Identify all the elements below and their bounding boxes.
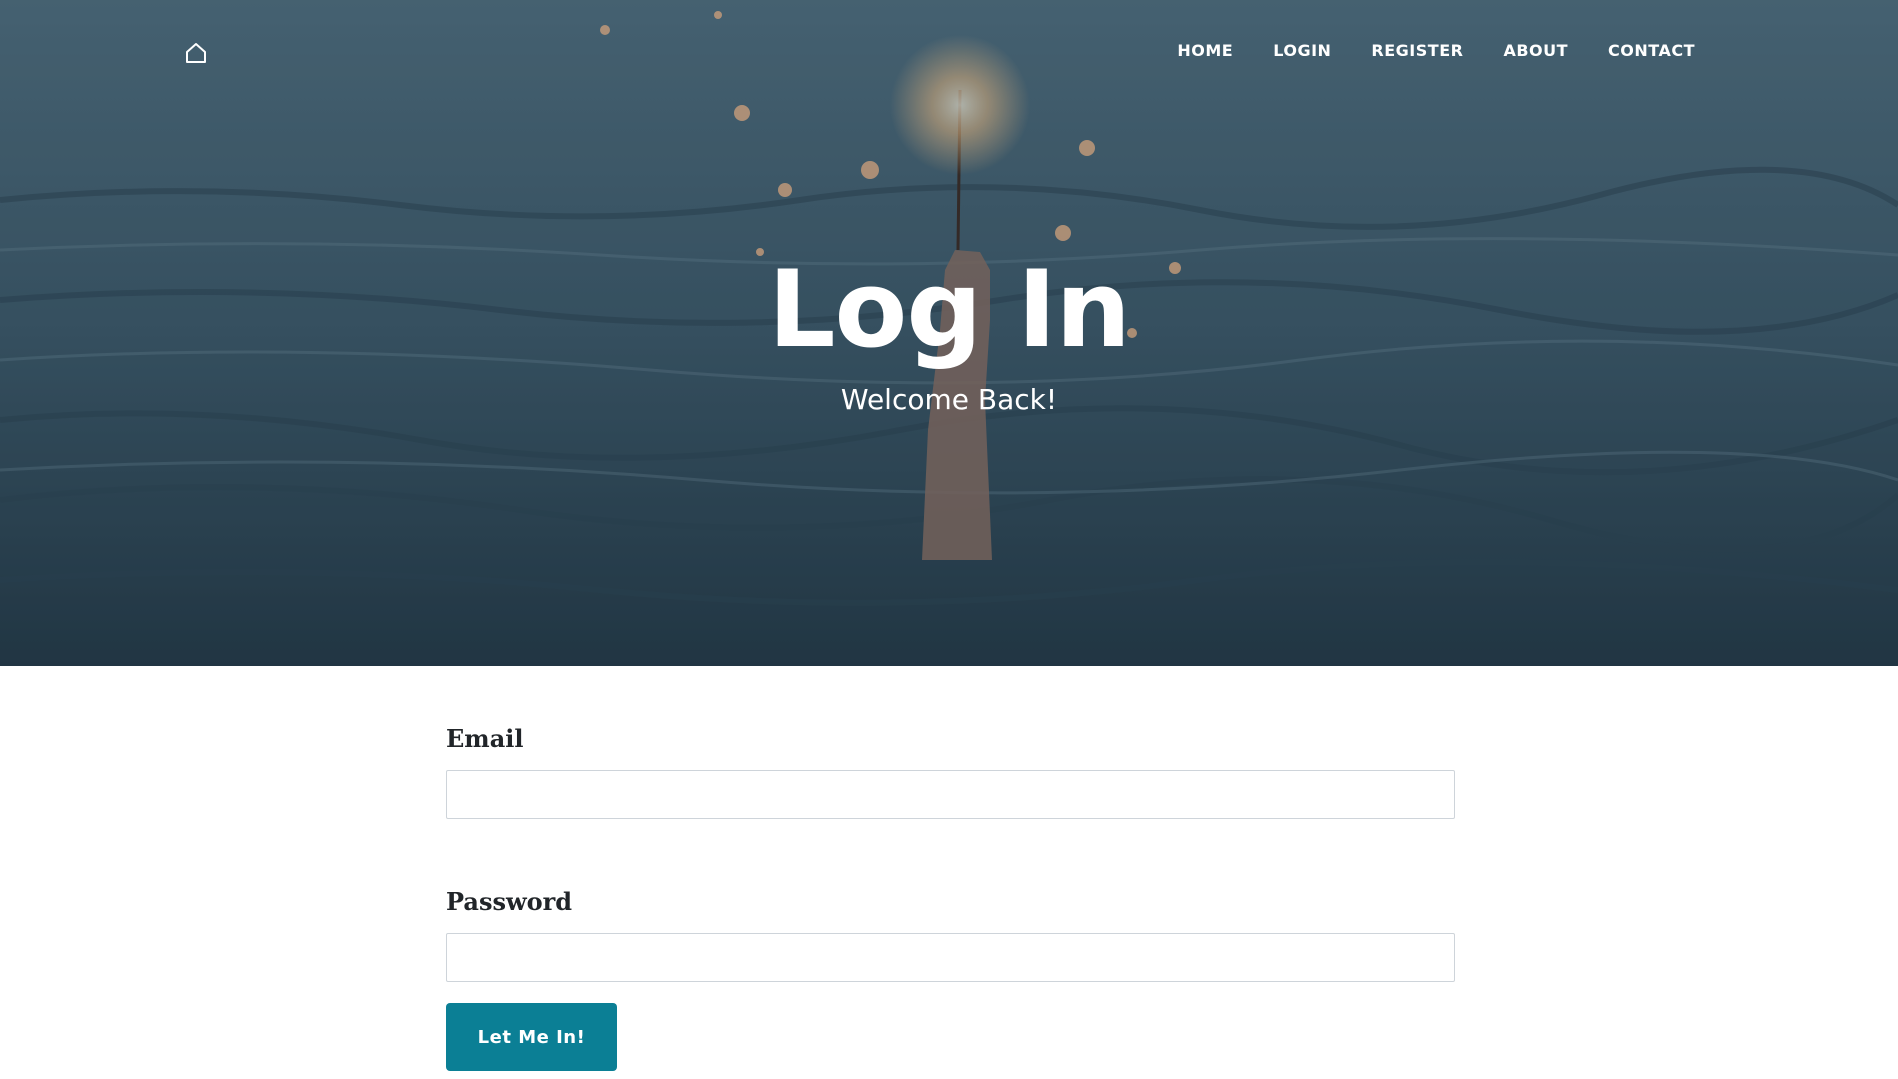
- page-title: Log In: [767, 248, 1131, 371]
- password-label: Password: [446, 887, 573, 916]
- password-field[interactable]: [446, 933, 1455, 982]
- page-subtitle: Welcome Back!: [840, 383, 1058, 416]
- login-button[interactable]: Let Me In!: [446, 1003, 617, 1071]
- nav-item-login[interactable]: LOGIN: [1273, 40, 1331, 62]
- email-field[interactable]: [446, 770, 1455, 819]
- home-icon[interactable]: [183, 40, 209, 66]
- hero-header: HOME LOGIN REGISTER ABOUT CONTACT Log In…: [0, 0, 1898, 666]
- nav-item-home[interactable]: HOME: [1177, 40, 1233, 62]
- main-nav: HOME LOGIN REGISTER ABOUT CONTACT: [1177, 40, 1695, 62]
- login-form: Email Password Let Me In!: [446, 722, 1455, 1071]
- email-label: Email: [446, 724, 524, 753]
- nav-item-contact[interactable]: CONTACT: [1608, 40, 1695, 62]
- nav-item-register[interactable]: REGISTER: [1371, 40, 1463, 62]
- nav-item-about[interactable]: ABOUT: [1503, 40, 1568, 62]
